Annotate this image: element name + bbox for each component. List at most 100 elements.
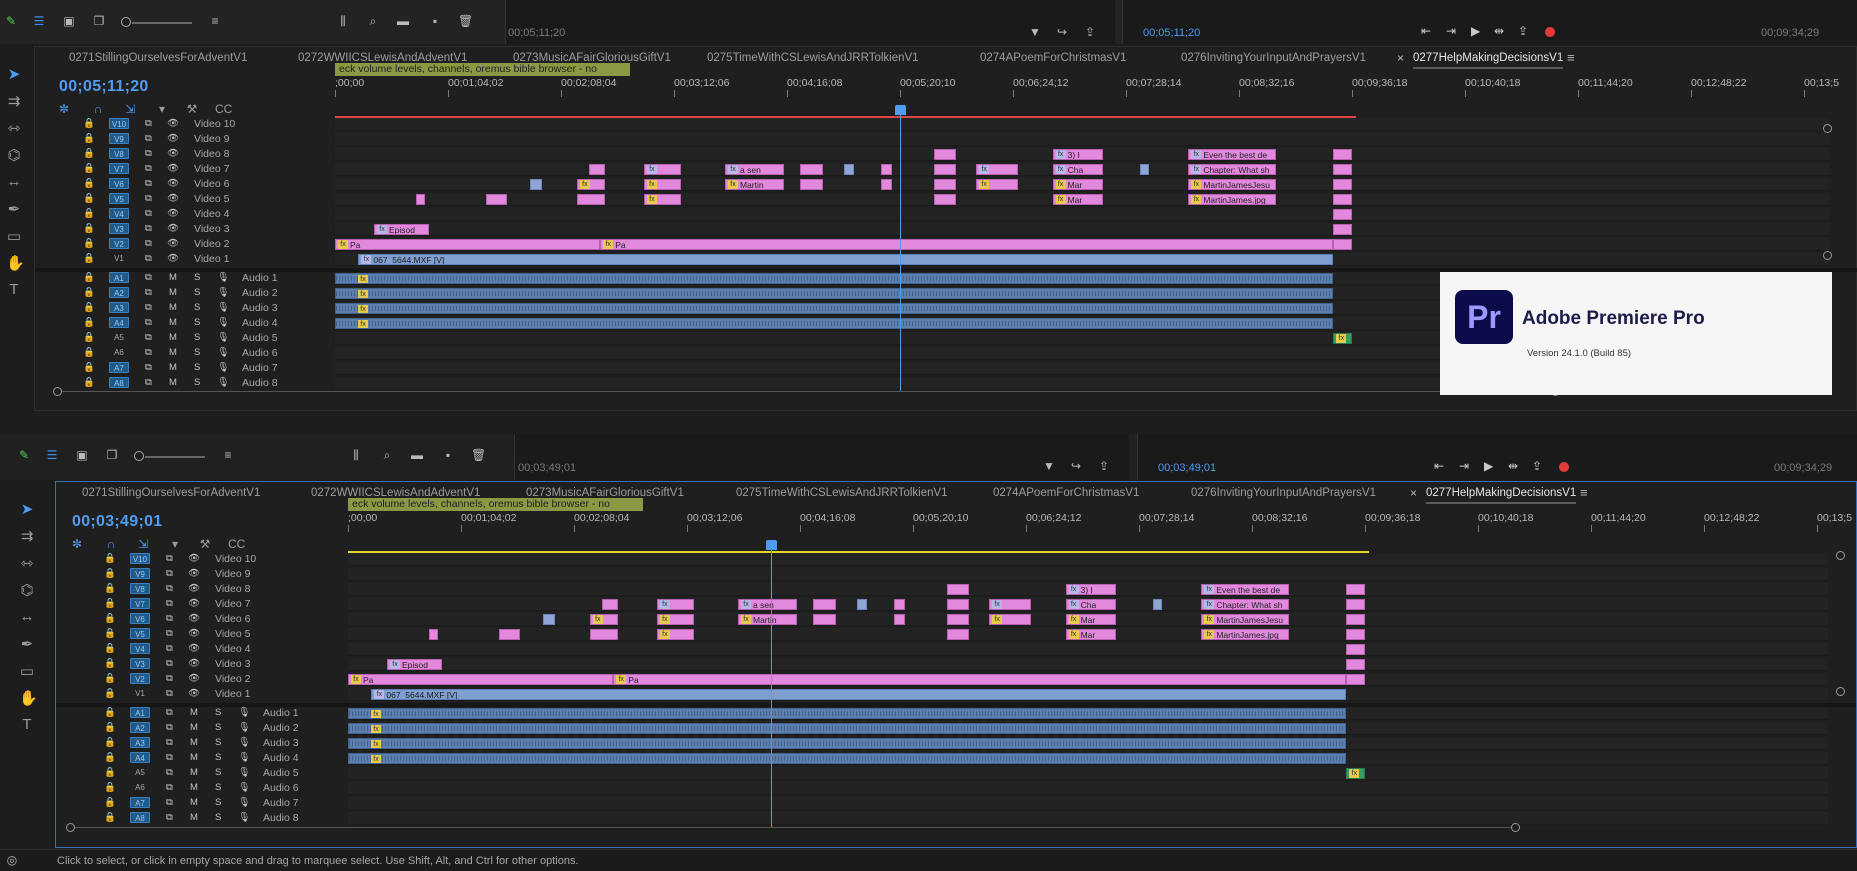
razor-icon[interactable]: ⌬ — [19, 581, 35, 599]
v5-clip[interactable]: fx Mar — [1052, 194, 1103, 205]
v6-clip[interactable] — [934, 179, 956, 190]
slip-icon[interactable]: ↔ — [6, 173, 22, 190]
track-lane-a7[interactable] — [348, 797, 1828, 810]
freeform-view-icon[interactable]: ❐ — [105, 449, 119, 461]
tab-sequence-0275[interactable]: 0275TimeWithCSLewisAndJRRTolkienV1 — [736, 487, 948, 499]
track-target-a2[interactable]: A2 — [130, 722, 150, 733]
horizontal-scrollbar-top[interactable] — [53, 387, 1560, 399]
audio-clip[interactable]: fx — [348, 753, 1347, 764]
voiceover-mic-icon[interactable]: 🎙 — [217, 347, 229, 359]
vertical-scroll-handle-mid[interactable] — [1823, 251, 1832, 260]
v6-clip[interactable]: fx — [976, 179, 1019, 190]
lock-icon[interactable]: 🔒 — [83, 118, 95, 130]
mute-button[interactable]: M — [169, 362, 177, 374]
time-ruler-top[interactable]: ;00;00 00;01;04;02 00;02;08;04 00;03;12;06 0… — [335, 77, 1839, 109]
mute-button[interactable]: M — [190, 737, 198, 749]
export-icon[interactable]: ⇪ — [1532, 459, 1542, 473]
v7-clip[interactable]: fx Chapter: What sh — [1201, 599, 1289, 610]
eye-icon[interactable]: 👁 — [167, 118, 179, 130]
v5-clip[interactable] — [429, 629, 439, 640]
sync-lock-icon[interactable]: ⧉ — [166, 782, 173, 794]
horizontal-scrollbar-bottom[interactable] — [66, 823, 1520, 835]
v7-clip[interactable]: fx — [989, 599, 1032, 610]
track-target-a4[interactable]: A4 — [130, 752, 150, 763]
ripple-edit-icon[interactable]: ⇿ — [19, 554, 35, 572]
track-target-v9[interactable]: V9 — [109, 133, 129, 144]
v7-clip[interactable]: fx Cha — [1065, 599, 1116, 610]
zoom-slider-knob[interactable] — [134, 451, 144, 461]
track-target-a6[interactable]: A6 — [109, 347, 129, 358]
track-target-v4[interactable]: V4 — [130, 643, 150, 654]
track-target-a3[interactable]: A3 — [130, 737, 150, 748]
step-icon[interactable]: ⇹ — [1494, 24, 1504, 38]
voiceover-mic-icon[interactable]: 🎙 — [238, 782, 250, 794]
sync-lock-icon[interactable]: ⧉ — [166, 553, 173, 565]
vertical-scroll-handle-video[interactable] — [1836, 551, 1845, 560]
add-marker-icon[interactable]: ▾ — [155, 103, 169, 115]
lock-icon[interactable]: 🔒 — [104, 673, 116, 685]
voiceover-mic-icon[interactable]: 🎙 — [238, 737, 250, 749]
track-target-v6[interactable]: V6 — [130, 613, 150, 624]
solo-button[interactable]: S — [215, 782, 221, 794]
scroll-start-handle[interactable] — [66, 823, 75, 832]
lock-icon[interactable]: 🔒 — [83, 193, 95, 205]
v5-clip[interactable] — [416, 194, 426, 205]
lock-icon[interactable]: 🔒 — [83, 253, 95, 265]
lock-icon[interactable]: 🔒 — [104, 752, 116, 764]
lock-icon[interactable]: 🔒 — [104, 688, 116, 700]
v7-clip[interactable]: fx Cha — [1052, 164, 1103, 175]
selection-tool-icon[interactable]: ➤ — [6, 65, 22, 83]
trash-icon[interactable]: 🗑 — [458, 15, 473, 27]
voiceover-mic-icon[interactable]: 🎙 — [238, 752, 250, 764]
v7-clip[interactable] — [856, 599, 868, 610]
nest-icon[interactable]: ✼ — [70, 538, 84, 550]
hand-icon[interactable]: ✋ — [19, 689, 38, 707]
sync-lock-icon[interactable]: ⧉ — [145, 148, 152, 160]
v7-clip[interactable] — [934, 164, 956, 175]
v7-clip[interactable]: fx a sen — [738, 599, 798, 610]
v6-clip[interactable]: fx — [656, 614, 695, 625]
playhead-handle[interactable] — [894, 105, 906, 115]
track-target-v10[interactable]: V10 — [109, 118, 129, 129]
mute-button[interactable]: M — [190, 767, 198, 779]
new-item-icon[interactable]: ▪ — [441, 449, 455, 461]
v8-clip[interactable]: fx 3) I — [1065, 584, 1116, 595]
track-target-v2[interactable]: V2 — [109, 238, 129, 249]
lock-icon[interactable]: 🔒 — [104, 598, 116, 610]
voiceover-mic-icon[interactable]: 🎙 — [217, 362, 229, 374]
voiceover-mic-icon[interactable]: 🎙 — [238, 812, 250, 824]
sync-lock-icon[interactable]: ⧉ — [166, 688, 173, 700]
lock-icon[interactable]: 🔒 — [83, 133, 95, 145]
eye-icon[interactable]: 👁 — [188, 568, 200, 580]
video1-clip[interactable]: fx 067_5644.MXF [V] — [358, 254, 1334, 265]
sort-icon[interactable]: ≡ — [208, 15, 222, 27]
sync-lock-icon[interactable]: ⧉ — [145, 302, 152, 314]
v6-clip[interactable]: fx — [989, 614, 1032, 625]
v5-clip[interactable] — [576, 194, 605, 205]
solo-button[interactable]: S — [194, 317, 200, 329]
lock-icon[interactable]: 🔒 — [104, 812, 116, 824]
audio-clip[interactable]: fx — [348, 738, 1347, 749]
record-icon[interactable] — [1545, 27, 1555, 37]
eye-icon[interactable]: 👁 — [188, 688, 200, 700]
v7-clip[interactable] — [894, 599, 905, 610]
vertical-scroll-handle-mid[interactable] — [1836, 687, 1845, 696]
audio-clip[interactable]: fx — [335, 303, 1334, 314]
export-frame-icon[interactable]: ⇪ — [1083, 26, 1097, 38]
track-target-v8[interactable]: V8 — [130, 583, 150, 594]
lock-icon[interactable]: 🔒 — [83, 223, 95, 235]
audio-clip[interactable]: fx — [348, 708, 1347, 719]
track-target-v4[interactable]: V4 — [109, 208, 129, 219]
lock-icon[interactable]: 🔒 — [104, 643, 116, 655]
v6-clip[interactable] — [881, 179, 892, 190]
track-lane-v9[interactable] — [348, 568, 1828, 581]
v-end-clip[interactable] — [1346, 629, 1366, 640]
track-target-a6[interactable]: A6 — [130, 782, 150, 793]
hand-icon[interactable]: ✋ — [6, 254, 25, 272]
solo-button[interactable]: S — [194, 272, 200, 284]
snap-icon[interactable]: ∩ — [104, 538, 118, 550]
sync-lock-icon[interactable]: ⧉ — [145, 317, 152, 329]
play-icon[interactable]: ▶ — [1484, 459, 1493, 473]
sync-lock-icon[interactable]: ⧉ — [145, 332, 152, 344]
lock-icon[interactable]: 🔒 — [104, 767, 116, 779]
